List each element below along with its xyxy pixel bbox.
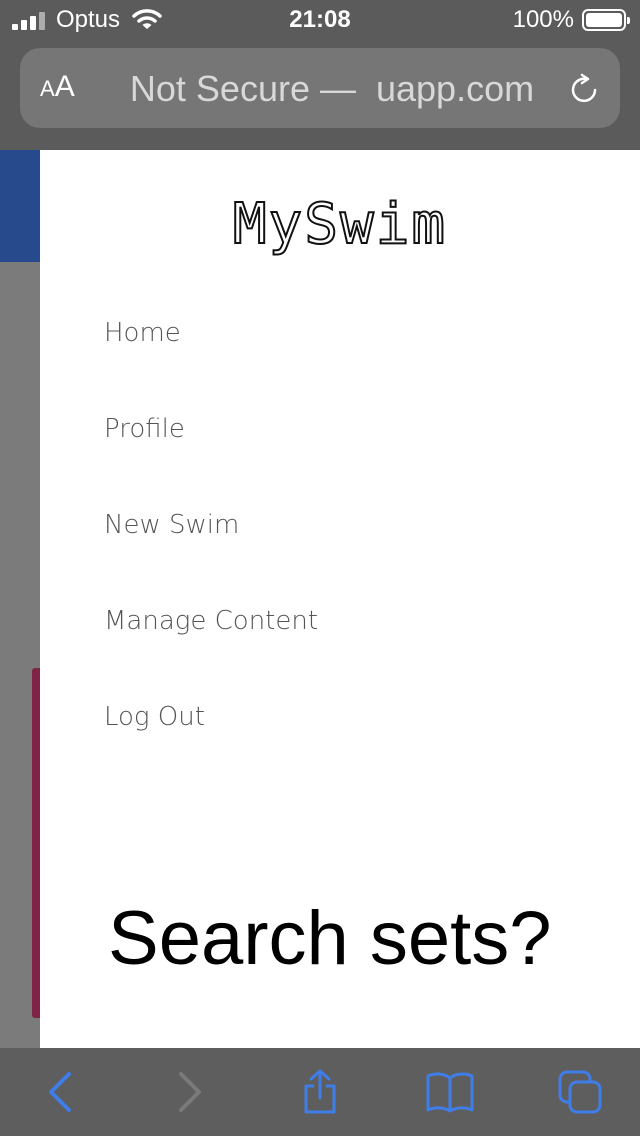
- app-logo[interactable]: MySwim: [40, 191, 640, 258]
- nav-item-log-out[interactable]: Log Out: [104, 702, 205, 732]
- status-bar: Optus 21:08 100%: [0, 0, 640, 40]
- address-bar[interactable]: AA Not Secure — uapp.com: [20, 48, 620, 128]
- page-card-edge: [32, 668, 40, 1018]
- nav-item-manage-content[interactable]: Manage Content: [104, 606, 318, 636]
- nav-item-new-swim[interactable]: New Swim: [104, 510, 239, 540]
- nav-item-profile[interactable]: Profile: [104, 414, 185, 444]
- reload-icon[interactable]: [568, 72, 602, 106]
- back-icon[interactable]: [34, 1066, 86, 1118]
- battery-percent: 100%: [512, 6, 574, 33]
- forward-icon[interactable]: [164, 1066, 216, 1118]
- bookmarks-icon[interactable]: [424, 1066, 476, 1118]
- nav-drawer: MySwim Home Profile New Swim Manage Cont…: [40, 150, 640, 1048]
- nav-item-home[interactable]: Home: [104, 318, 181, 348]
- text-size-button[interactable]: AA: [40, 70, 75, 104]
- share-icon[interactable]: [294, 1066, 346, 1118]
- page-heading: Search sets?: [108, 896, 552, 981]
- browser-toolbar: [0, 1048, 640, 1136]
- battery-icon: [582, 9, 630, 31]
- page-header-strip: [0, 150, 40, 262]
- tabs-icon[interactable]: [554, 1066, 606, 1118]
- url-field[interactable]: Not Secure — uapp.com: [114, 68, 550, 110]
- web-page: MySwim Home Profile New Swim Manage Cont…: [0, 150, 640, 1048]
